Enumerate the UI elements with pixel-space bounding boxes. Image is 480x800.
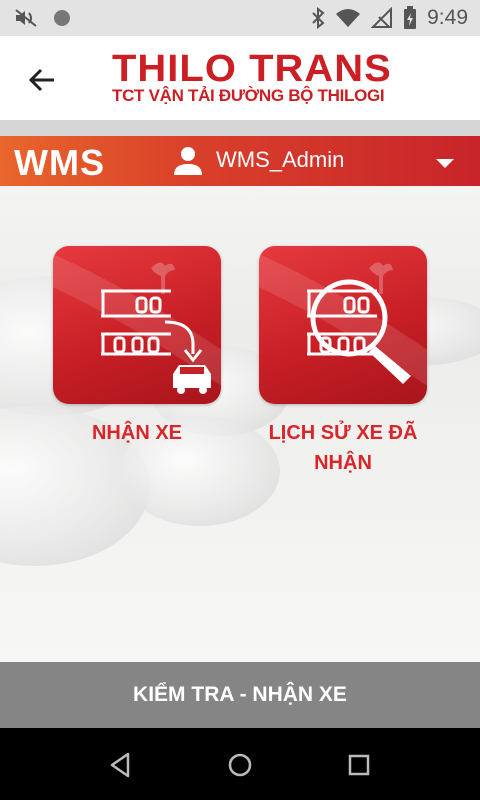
battery-icon bbox=[404, 6, 417, 29]
brand-name: THILO TRANS bbox=[112, 50, 392, 88]
brand-name-left: THI bbox=[112, 48, 180, 90]
wifi-icon bbox=[336, 9, 361, 27]
search-history-icon bbox=[259, 254, 427, 386]
status-bar: 9:49 bbox=[0, 0, 480, 36]
back-arrow-icon bbox=[28, 68, 54, 92]
brand-subtitle: TCT VẬN TẢI ĐƯỜNG BỘ THILOGI bbox=[112, 86, 385, 105]
brand-name-mid: L bbox=[179, 48, 205, 90]
brand-logo: THILO TRANS TCT VẬN TẢI ĐƯỜNG BỘ THILOGI bbox=[112, 50, 457, 114]
receive-vehicle-tile[interactable] bbox=[53, 246, 221, 404]
nav-home-icon[interactable] bbox=[225, 750, 255, 780]
nav-back-icon[interactable] bbox=[106, 750, 136, 780]
main-content: NHẬN XE LỊCH SỬ XE ĐÃ NHẬN bbox=[0, 186, 480, 662]
app-bar: THILO TRANS TCT VẬN TẢI ĐƯỜNG BỘ THILOGI bbox=[0, 36, 480, 120]
username-label: WMS_Admin bbox=[216, 147, 345, 172]
status-time: 9:49 bbox=[427, 6, 468, 29]
mute-icon bbox=[15, 9, 37, 27]
received-history-label-line1: LỊCH SỬ XE ĐÃ bbox=[268, 422, 418, 444]
check-receive-button[interactable]: KIỂM TRA - NHẬN XE bbox=[0, 662, 480, 728]
circle-status-icon bbox=[54, 10, 70, 26]
user-icon bbox=[174, 147, 202, 175]
header-separator bbox=[0, 120, 480, 136]
received-history-label-line2: NHẬN bbox=[314, 452, 372, 474]
receive-vehicle-label[interactable]: NHẬN XE bbox=[53, 418, 221, 448]
system-nav-bar bbox=[0, 728, 480, 800]
no-signal-icon bbox=[371, 7, 393, 28]
received-history-tile[interactable] bbox=[259, 246, 427, 404]
page-title: WMS bbox=[14, 142, 105, 183]
received-history-label[interactable]: LỊCH SỬ XE ĐÃ NHẬN bbox=[245, 418, 441, 478]
bluetooth-icon bbox=[312, 7, 325, 29]
brand-name-right: O TRANS bbox=[204, 48, 392, 90]
dropdown-arrow-icon[interactable] bbox=[434, 156, 456, 170]
back-button[interactable] bbox=[20, 58, 64, 102]
wms-header: WMS WMS_Admin bbox=[0, 136, 480, 186]
parking-receive-icon bbox=[53, 254, 221, 394]
nav-recents-icon[interactable] bbox=[344, 750, 374, 780]
